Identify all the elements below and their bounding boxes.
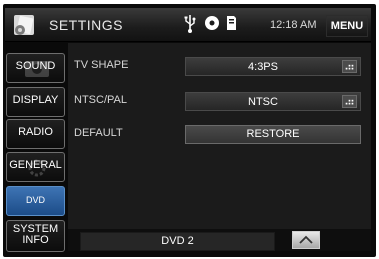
up-button[interactable] xyxy=(292,231,320,249)
restore-button[interactable]: RESTORE xyxy=(185,125,361,144)
header-bar: SETTINGS 12:18 AM MENU xyxy=(5,8,371,42)
source-status: DVD 2 xyxy=(80,232,275,251)
tab-general-label: GENERAL xyxy=(9,159,62,171)
settings-logo-icon xyxy=(14,15,34,35)
tv-shape-label: TV SHAPE xyxy=(74,59,129,71)
ntsc-pal-value: NTSC xyxy=(248,96,278,108)
tab-dvd[interactable]: DVD xyxy=(6,186,65,216)
tab-radio[interactable]: RADIO xyxy=(6,119,65,149)
tab-sound-label: SOUND xyxy=(15,60,56,72)
tab-system-info-label: SYSTEM INFO xyxy=(12,223,59,246)
tab-display-label: DISPLAY xyxy=(12,94,59,106)
tab-general[interactable]: GENERAL xyxy=(6,152,65,182)
menu-button[interactable]: MENU xyxy=(326,15,368,37)
usb-icon xyxy=(184,15,196,33)
tab-dvd-label: DVD xyxy=(25,195,45,205)
ntsc-pal-selector[interactable]: NTSC xyxy=(185,92,361,111)
tv-shape-selector[interactable]: 4:3PS xyxy=(185,57,361,76)
tab-sound[interactable]: SOUND xyxy=(6,53,65,83)
tv-shape-value: 4:3PS xyxy=(248,61,278,73)
clock: 12:18 AM xyxy=(270,19,317,31)
page-title: SETTINGS xyxy=(49,17,124,33)
disc-icon xyxy=(205,16,219,30)
list-icon[interactable] xyxy=(342,60,357,73)
sd-card-icon xyxy=(227,16,236,30)
up-arrow-icon xyxy=(299,235,313,244)
ntsc-pal-label: NTSC/PAL xyxy=(74,94,127,106)
list-icon[interactable] xyxy=(342,95,357,108)
default-label: DEFAULT xyxy=(74,127,123,139)
tab-display[interactable]: DISPLAY xyxy=(6,87,65,117)
tab-radio-label: RADIO xyxy=(18,126,53,138)
tab-system-info[interactable]: SYSTEM INFO xyxy=(6,220,65,252)
